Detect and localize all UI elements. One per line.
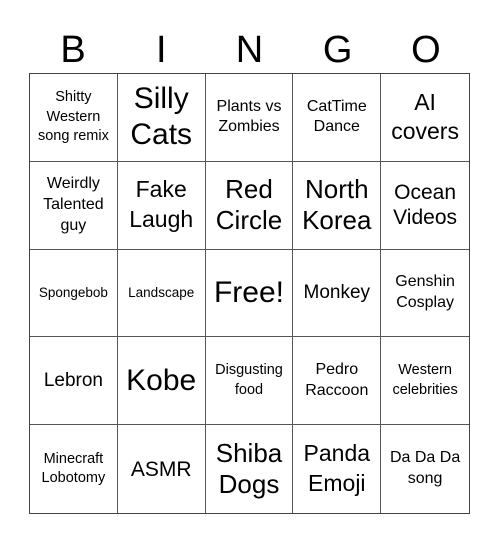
bingo-cell[interactable]: Pedro Raccoon [293,337,382,426]
bingo-cell-label: Lebron [43,369,103,391]
bingo-cell[interactable]: Lebron [30,337,118,426]
bingo-cell-label: Monkey [303,282,371,304]
bingo-cell-label: Minecraft Lobotomy [41,450,106,487]
bingo-cell-label: Free! [213,275,284,309]
bingo-cell[interactable]: North Korea [293,161,382,250]
bingo-cell-label: Western celebrities [392,362,458,398]
bingo-cell-label: Ocean Videos [393,181,458,230]
bingo-cell[interactable]: Weirdly Talented guy [30,161,118,250]
bingo-cell[interactable]: Genshin Cosplay [381,250,469,338]
bingo-cell-label: Da Da Da song [389,449,461,488]
bingo-cell[interactable]: Plants vs Zombies [205,74,294,162]
bingo-cell[interactable]: ASMR [118,425,206,513]
bingo-cell-label: Shitty Western song remix [37,89,109,145]
bingo-cell-label: Red Circle [215,174,283,236]
bingo-cell-label: Pedro Raccoon [305,360,369,399]
bingo-cell[interactable]: Da Da Da song [381,425,469,513]
bingo-cell[interactable]: Panda Emoji [293,425,382,513]
header-letter-n: N [235,29,264,71]
bingo-cell[interactable]: Western celebrities [381,337,469,426]
header-letter-i: I [156,29,167,71]
bingo-cell-label: Plants vs Zombies [216,97,282,136]
bingo-cell[interactable]: Silly Cats [117,74,206,162]
bingo-cell-label: Genshin Cosplay [395,273,455,311]
bingo-cell[interactable]: Shiba Dogs [206,425,294,513]
bingo-cell[interactable]: Landscape [117,249,206,338]
bingo-cell-label: Shiba Dogs [215,437,283,500]
bingo-cell-label: CatTime Dance [306,97,367,136]
bingo-cell[interactable]: Red Circle [205,161,294,250]
bingo-cell[interactable]: CatTime Dance [293,74,382,162]
bingo-cell-label: Spongebob [38,285,108,301]
bingo-cell-label: Weirdly Talented guy [43,175,104,234]
bingo-grid: Shitty Western song remix Silly Cats Plant… [29,73,470,514]
bingo-cell[interactable]: Shitty Western song remix [30,74,118,162]
bingo-cell[interactable]: AI covers [381,74,469,162]
bingo-cell[interactable]: Monkey [293,249,382,338]
bingo-header: B I N G O [29,28,470,72]
header-letter-o: O [411,29,441,71]
free-space-cell[interactable]: Free! [205,249,294,338]
bingo-cell[interactable]: Fake Laugh [117,161,206,250]
bingo-cell-label: Silly Cats [130,82,193,152]
bingo-cell-label: Panda Emoji [303,440,371,497]
bingo-cell[interactable]: Ocean Videos [381,162,469,250]
bingo-cell-label: Kobe [126,363,197,397]
bingo-cell-label: North Korea [302,174,372,236]
bingo-cell-label: Disgusting food [215,362,283,398]
bingo-cell[interactable]: Minecraft Lobotomy [30,425,118,513]
bingo-cell-label: Fake Laugh [129,176,194,233]
bingo-cell-label: AI covers [391,88,459,145]
header-letter-b: B [60,29,86,71]
bingo-cell[interactable]: Disgusting food [205,337,294,426]
bingo-cell-label: ASMR [130,457,192,481]
bingo-cell[interactable]: Kobe [117,337,206,426]
header-letter-g: G [322,29,353,71]
bingo-cell[interactable]: Spongebob [30,249,118,338]
bingo-cell-label: Landscape [128,285,195,301]
